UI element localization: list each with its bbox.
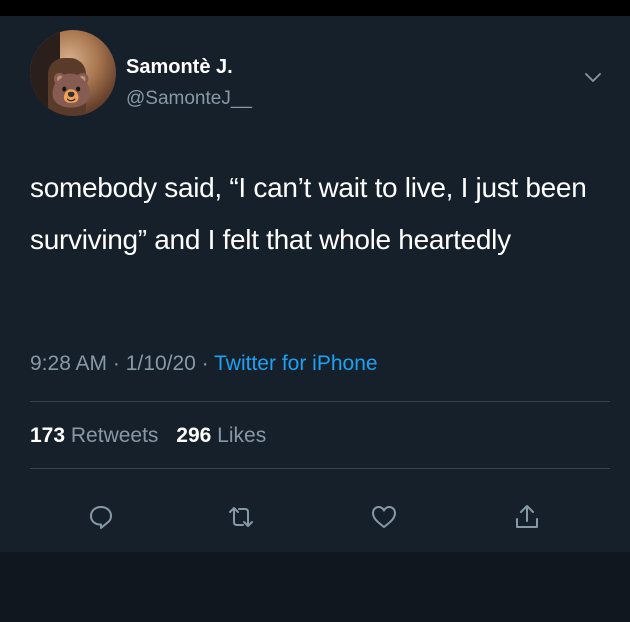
author-handle[interactable]: @SamonteJ__ [126,88,252,110]
heart-icon[interactable] [369,502,399,532]
likes-label: Likes [217,424,267,447]
bottom-bar [0,552,630,622]
likes-stat[interactable]: 296 Likes [176,424,266,447]
retweets-label: Retweets [70,424,159,447]
divider [30,401,610,402]
retweet-icon[interactable] [226,502,256,532]
author-display-name[interactable]: Samontè J. [126,56,233,79]
likes-count: 296 [176,424,212,447]
tweet-date[interactable]: 1/10/20 [126,352,196,375]
chevron-down-icon[interactable] [582,66,604,88]
tweet-time[interactable]: 9:28 AM [30,352,107,375]
retweets-stat[interactable]: 173 Retweets [30,424,158,447]
tweet-stats: 173 Retweets 296 Likes [30,424,266,448]
tweet-text: somebody said, “I can’t wait to live, I … [30,172,587,255]
avatar[interactable]: 🐻 [30,30,116,116]
bear-emoji: 🐻 [50,71,93,111]
divider [30,468,610,469]
meta-separator: · [201,352,209,375]
reply-icon[interactable] [86,502,116,532]
tweet-card: 🐻 Samontè J. @SamonteJ__ somebody said, … [0,16,630,622]
retweets-count: 173 [30,424,66,447]
share-icon[interactable] [512,502,542,532]
tweet-meta: 9:28 AM · 1/10/20 · Twitter for iPhone [30,352,378,376]
meta-separator: · [112,352,120,375]
tweet-source-link[interactable]: Twitter for iPhone [214,352,377,375]
